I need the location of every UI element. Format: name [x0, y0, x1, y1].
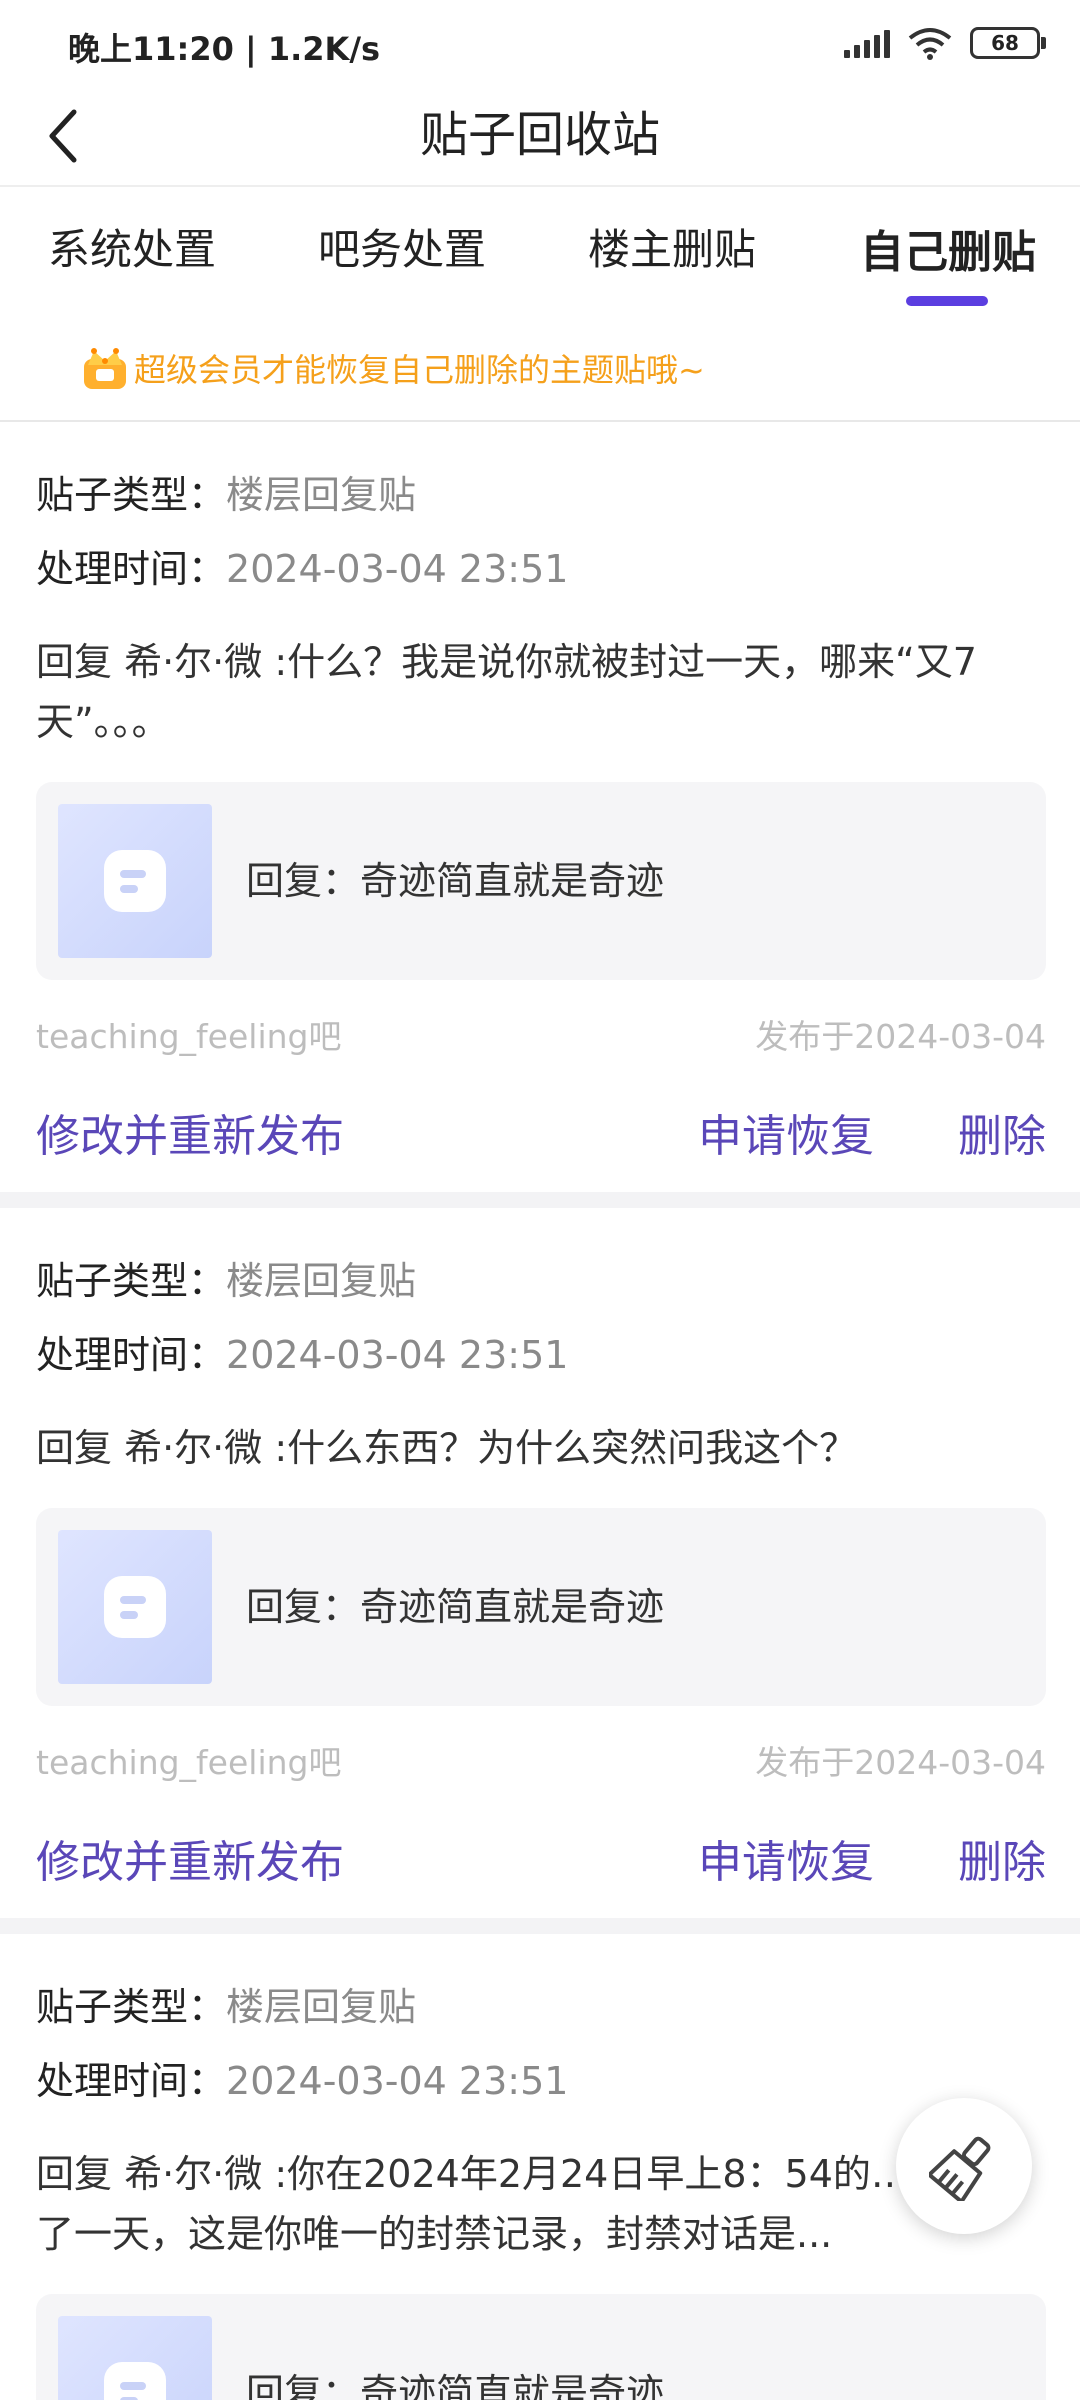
post-type-row: 贴子类型：楼层回复贴 [36, 1250, 416, 1305]
post-card: 贴子类型：楼层回复贴 处理时间：2024-03-04 23:51 回复 希·尔·… [0, 422, 1080, 1192]
process-time-value: 2024-03-04 23:51 [226, 1333, 569, 1377]
clean-button[interactable] [896, 2098, 1032, 2234]
post-type-row: 贴子类型：楼层回复贴 [36, 464, 416, 519]
status-icons: 68 [844, 26, 1046, 60]
active-tab-indicator [906, 296, 988, 306]
page-title: 贴子回收站 [419, 107, 660, 163]
post-content[interactable]: 回复 希·尔·微 :你在2024年2月24日早上8：54的…我封禁了一天，这是你… [36, 2144, 1046, 2264]
process-time-row: 处理时间：2024-03-04 23:51 [36, 1324, 568, 1379]
battery-level: 68 [991, 31, 1019, 55]
status-time: 晚上11:20 | 1.2K/s [68, 30, 381, 68]
post-card: 贴子类型：楼层回复贴 处理时间：2024-03-04 23:51 回复 希·尔·… [0, 1208, 1080, 1918]
post-content[interactable]: 回复 希·尔·微 :什么东西？为什么突然问我这个？ [36, 1418, 1046, 1478]
publish-date: 发布于2024-03-04 [755, 1017, 1046, 1056]
post-content[interactable]: 回复 希·尔·微 :什么？我是说你就被封过一天，哪来“又7天”。。。 [36, 632, 1046, 752]
process-time-value: 2024-03-04 23:51 [226, 2059, 569, 2103]
card-separator [0, 1918, 1080, 1934]
tieba-logo-icon [104, 850, 166, 912]
signal-icon [844, 28, 890, 58]
battery-icon: 68 [970, 27, 1046, 59]
tieba-logo-icon [104, 2362, 166, 2400]
card-separator [0, 1192, 1080, 1208]
vip-notice[interactable]: 超级会员才能恢复自己删除的主题贴哦~ [80, 338, 705, 398]
tab-bar: 系统处置 吧务处置 楼主删贴 自己删贴 [0, 190, 1080, 310]
quote-thumbnail [58, 804, 212, 958]
delete-button[interactable]: 删除 [958, 1826, 1046, 1890]
action-row: 修改并重新发布 申请恢复 删除 [36, 1826, 1046, 1896]
request-restore-button[interactable]: 申请恢复 [698, 1100, 874, 1164]
header-divider [0, 185, 1080, 187]
process-time-label: 处理时间： [36, 547, 227, 591]
action-row: 修改并重新发布 申请恢复 删除 [36, 1100, 1046, 1170]
quoted-post[interactable]: 回复：奇迹简直就是奇迹 [36, 782, 1046, 980]
brush-icon [929, 2136, 991, 2201]
process-time-row: 处理时间：2024-03-04 23:51 [36, 2050, 568, 2105]
tab-moderator[interactable]: 吧务处置 [318, 216, 486, 277]
crown-icon [84, 348, 126, 389]
tieba-logo-icon [104, 1576, 166, 1638]
post-type-label: 贴子类型： [36, 1259, 227, 1303]
quote-text: 回复：奇迹简直就是奇迹 [246, 1585, 665, 1629]
quote-text: 回复：奇迹简直就是奇迹 [246, 859, 665, 903]
wifi-icon [908, 28, 952, 60]
process-time-label: 处理时间： [36, 1333, 227, 1377]
process-time-row: 处理时间：2024-03-04 23:51 [36, 538, 568, 593]
quote-thumbnail [58, 1530, 212, 1684]
delete-button[interactable]: 删除 [958, 1100, 1046, 1164]
publish-date: 发布于2024-03-04 [755, 1743, 1046, 1782]
post-type-label: 贴子类型： [36, 473, 227, 517]
tab-op-deleted[interactable]: 楼主删贴 [588, 216, 756, 277]
notice-text: 超级会员才能恢复自己删除的主题贴哦~ [134, 351, 705, 389]
process-time-value: 2024-03-04 23:51 [226, 547, 569, 591]
forum-name[interactable]: teaching_feeling吧 [36, 1736, 341, 1784]
forum-name[interactable]: teaching_feeling吧 [36, 1010, 341, 1058]
tab-system[interactable]: 系统处置 [48, 216, 216, 277]
quoted-post[interactable]: 回复：奇迹简直就是奇迹 [36, 1508, 1046, 1706]
edit-republish-button[interactable]: 修改并重新发布 [36, 1826, 344, 1890]
request-restore-button[interactable]: 申请恢复 [698, 1826, 874, 1890]
post-type-row: 贴子类型：楼层回复贴 [36, 1976, 416, 2031]
header: 贴子回收站 [0, 90, 1080, 185]
post-type-value: 楼层回复贴 [226, 1985, 417, 2029]
post-type-value: 楼层回复贴 [226, 473, 417, 517]
tab-self-deleted[interactable]: 自己删贴 [860, 216, 1036, 280]
quote-thumbnail [58, 2316, 212, 2400]
edit-republish-button[interactable]: 修改并重新发布 [36, 1100, 344, 1164]
status-bar: 晚上11:20 | 1.2K/s 68 [0, 0, 1080, 90]
post-type-label: 贴子类型： [36, 1985, 227, 2029]
post-type-value: 楼层回复贴 [226, 1259, 417, 1303]
process-time-label: 处理时间： [36, 2059, 227, 2103]
quoted-post[interactable]: 回复：奇迹简直就是奇迹 [36, 2294, 1046, 2400]
quote-text: 回复：奇迹简直就是奇迹 [246, 2371, 665, 2400]
